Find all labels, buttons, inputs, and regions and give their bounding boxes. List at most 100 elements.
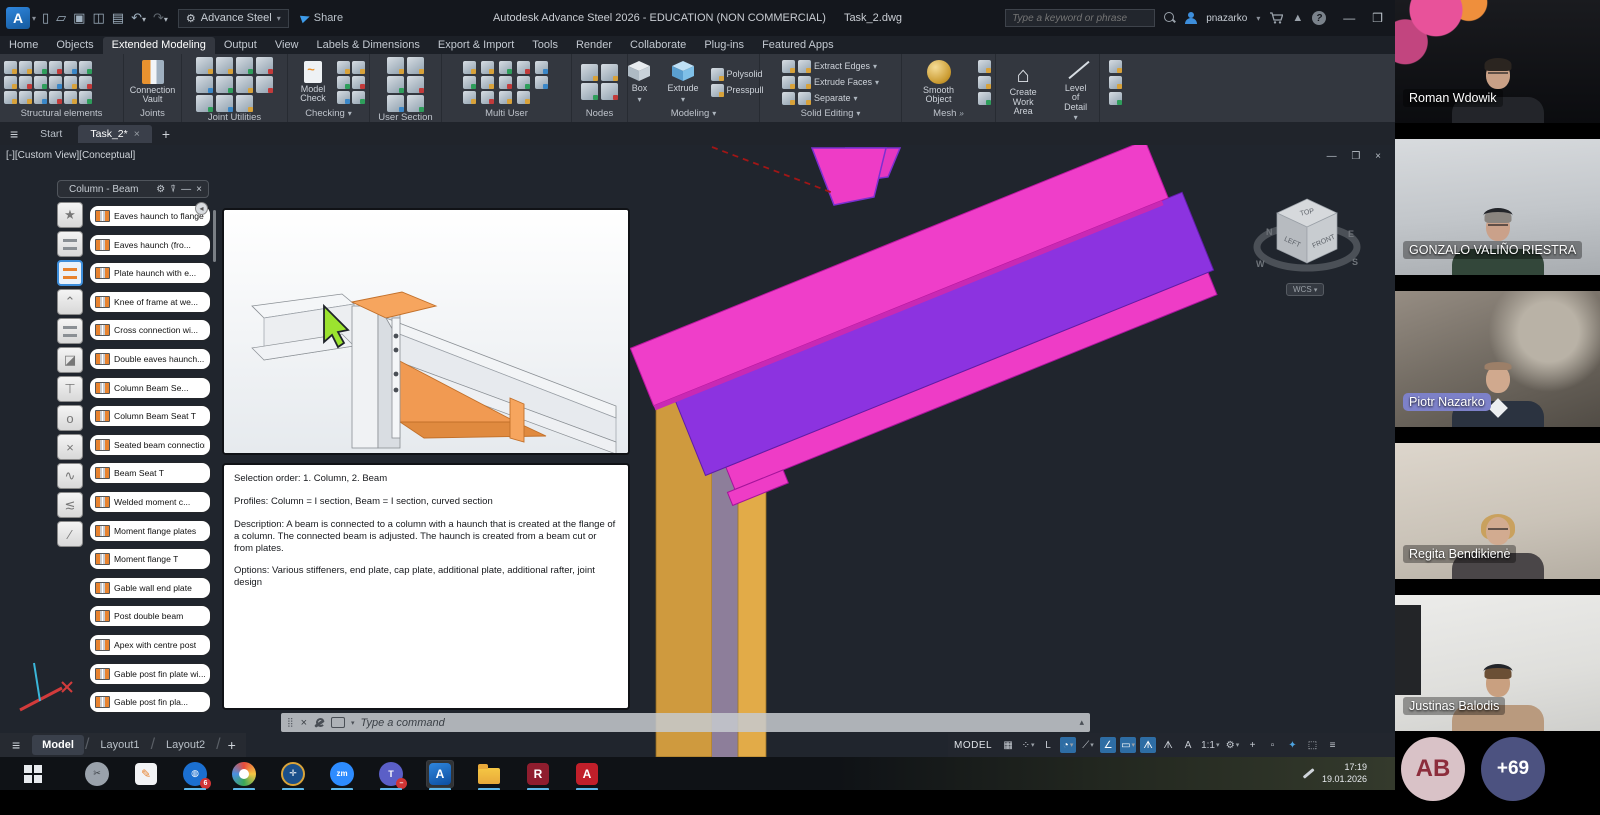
application-menu-button[interactable]: A <box>6 7 30 29</box>
new-drawing-tab-button[interactable]: + <box>162 126 170 142</box>
clean-screen-icon[interactable]: ⬚ <box>1304 737 1320 753</box>
joint-type-item[interactable]: Apex with centre post <box>89 634 211 656</box>
search-icon[interactable] <box>1164 12 1176 24</box>
snap-mode-icon[interactable]: ⁘▾ <box>1020 737 1036 753</box>
app-store-cart-icon[interactable] <box>1269 12 1283 24</box>
palette-tab-plates[interactable]: ◪ <box>57 347 83 373</box>
command-recent-icon[interactable] <box>331 717 345 728</box>
panel-label[interactable]: Mesh» <box>902 107 995 122</box>
ribbon-tab[interactable]: Render <box>567 37 621 54</box>
overflow-participants-badge[interactable]: +69 <box>1481 737 1545 801</box>
annotation-scale-a-icon[interactable]: A <box>1180 737 1196 753</box>
extract-edges-button[interactable]: Extract Edges <box>814 61 870 71</box>
command-line[interactable]: ⣿ × ▾ Type a command ▴ <box>281 713 1090 732</box>
multi-user-icon[interactable] <box>481 76 494 89</box>
joint-utility-icon[interactable] <box>196 76 213 93</box>
ribbon-tab[interactable]: Extended Modeling <box>103 37 215 54</box>
taskbar-app-browser[interactable]: ◍6 <box>182 761 208 787</box>
command-tools-icon[interactable] <box>313 717 325 729</box>
multi-user-icon[interactable] <box>499 76 512 89</box>
joint-type-item[interactable]: Gable post fin plate wi... <box>89 663 211 685</box>
start-button[interactable] <box>24 765 42 783</box>
clipboard-icon[interactable] <box>1109 60 1122 73</box>
joint-utility-icon[interactable] <box>236 95 253 112</box>
structural-tool-icon[interactable] <box>19 91 32 104</box>
clipboard-icon[interactable] <box>1109 76 1122 89</box>
structural-tool-icon[interactable] <box>79 61 92 74</box>
node-tool-icon[interactable] <box>581 83 598 100</box>
application-menu-dropdown-icon[interactable]: ▾ <box>32 14 36 23</box>
structural-tool-icon[interactable] <box>34 76 47 89</box>
panel-label[interactable]: Checking▾ <box>288 107 369 122</box>
smooth-object-button[interactable]: Smooth Object <box>906 59 971 106</box>
joint-utility-icon[interactable] <box>196 95 213 112</box>
joint-type-item[interactable]: Welded moment c... <box>89 491 211 513</box>
osnap-tracking-icon[interactable]: ∠ <box>1100 737 1116 753</box>
palette-tab-bracing[interactable]: × <box>57 434 83 460</box>
extrude-button[interactable]: Extrude▾ <box>663 59 702 105</box>
palette-tab-favorites[interactable]: ★ <box>57 202 83 228</box>
multi-user-icon[interactable] <box>517 61 530 74</box>
plot-icon[interactable]: ▤ <box>112 10 124 26</box>
tab-layout1[interactable]: Layout1 <box>90 735 149 755</box>
union-icon[interactable] <box>782 60 795 73</box>
joint-utility-icon[interactable] <box>196 57 213 74</box>
viewcube[interactable]: N E S W TOP LEFT FRONT <box>1240 185 1380 280</box>
polar-tracking-icon[interactable]: ◔▾ <box>1060 737 1076 753</box>
joint-type-item[interactable]: Beam Seat T <box>89 462 211 484</box>
checking-tool-icon[interactable] <box>352 76 365 89</box>
taskbar-app-r[interactable]: R <box>525 761 551 787</box>
taskbar-app-compass[interactable]: ✛ <box>280 761 306 787</box>
connection-vault-button[interactable]: Connection Vault <box>126 59 180 106</box>
palette-tab-misc[interactable]: ∕ <box>57 521 83 547</box>
beam-end-plate[interactable] <box>812 148 886 205</box>
tab-model[interactable]: Model <box>32 735 84 755</box>
palette-tab-platebeam[interactable] <box>57 231 83 257</box>
palette-minimize-icon[interactable]: — <box>181 184 191 195</box>
palette-tab-apex[interactable]: ⌃ <box>57 289 83 315</box>
compass-east[interactable]: E <box>1348 229 1354 239</box>
compass-south[interactable]: S <box>1352 257 1358 267</box>
autoscale-icon[interactable]: ᗑ <box>1160 737 1176 753</box>
palette-collapse-icon[interactable]: ◂ <box>195 202 208 215</box>
box-button[interactable]: Box▾ <box>623 59 655 105</box>
structural-tool-icon[interactable] <box>79 91 92 104</box>
user-section-icon[interactable] <box>387 76 404 93</box>
joint-utility-icon[interactable] <box>216 95 233 112</box>
joint-type-item[interactable]: Moment flange plates <box>89 520 211 542</box>
taskbar-app-explorer[interactable] <box>476 761 502 787</box>
level-of-detail-button[interactable]: Level of Detail▾ <box>1056 57 1095 124</box>
joint-type-item[interactable]: Column Beam Seat T <box>89 405 211 427</box>
panel-label[interactable]: Modeling▾ <box>628 107 759 122</box>
tab-start[interactable]: Start <box>28 125 74 143</box>
multi-user-icon[interactable] <box>481 61 494 74</box>
mesh-tool-icon[interactable] <box>978 60 991 73</box>
taskbar-app-zoom[interactable]: zm <box>329 761 355 787</box>
new-file-icon[interactable]: ▯ <box>42 10 49 26</box>
joint-utility-icon[interactable] <box>236 57 253 74</box>
extrude-faces-button[interactable]: Extrude Faces <box>814 77 872 87</box>
joint-utility-icon[interactable] <box>256 57 273 74</box>
command-scroll-up-icon[interactable]: ▴ <box>1079 717 1084 728</box>
save-icon[interactable]: ▣ <box>73 10 85 26</box>
participant-avatar[interactable]: AB <box>1401 737 1465 801</box>
graphics-performance-icon[interactable]: ✦ <box>1284 737 1300 753</box>
joint-utility-icon[interactable] <box>216 76 233 93</box>
ribbon-tab[interactable]: Objects <box>47 37 102 54</box>
model-check-button[interactable]: Model Check <box>292 60 334 105</box>
structural-tool-icon[interactable] <box>19 61 32 74</box>
structural-tool-icon[interactable] <box>49 91 62 104</box>
workspace-switcher[interactable]: ⚙ Advance Steel ▾ <box>178 9 289 28</box>
compass-north[interactable]: N <box>1266 227 1273 237</box>
joint-type-item[interactable]: Moment flange T <box>89 548 211 570</box>
viewport-controls-label[interactable]: [-][Custom View][Conceptual] <box>6 150 135 161</box>
ribbon-tab[interactable]: Tools <box>523 37 567 54</box>
isodraft-icon[interactable]: ⟋▾ <box>1080 737 1096 753</box>
object-snap-icon[interactable]: ▭▾ <box>1120 737 1136 753</box>
multi-user-icon[interactable] <box>463 76 476 89</box>
minimize-window-button[interactable]: — <box>1343 11 1355 25</box>
search-input[interactable] <box>1005 9 1155 27</box>
structural-tool-icon[interactable] <box>64 61 77 74</box>
palette-tab-column-beam[interactable] <box>57 260 83 286</box>
ribbon-tab[interactable]: Home <box>0 37 47 54</box>
